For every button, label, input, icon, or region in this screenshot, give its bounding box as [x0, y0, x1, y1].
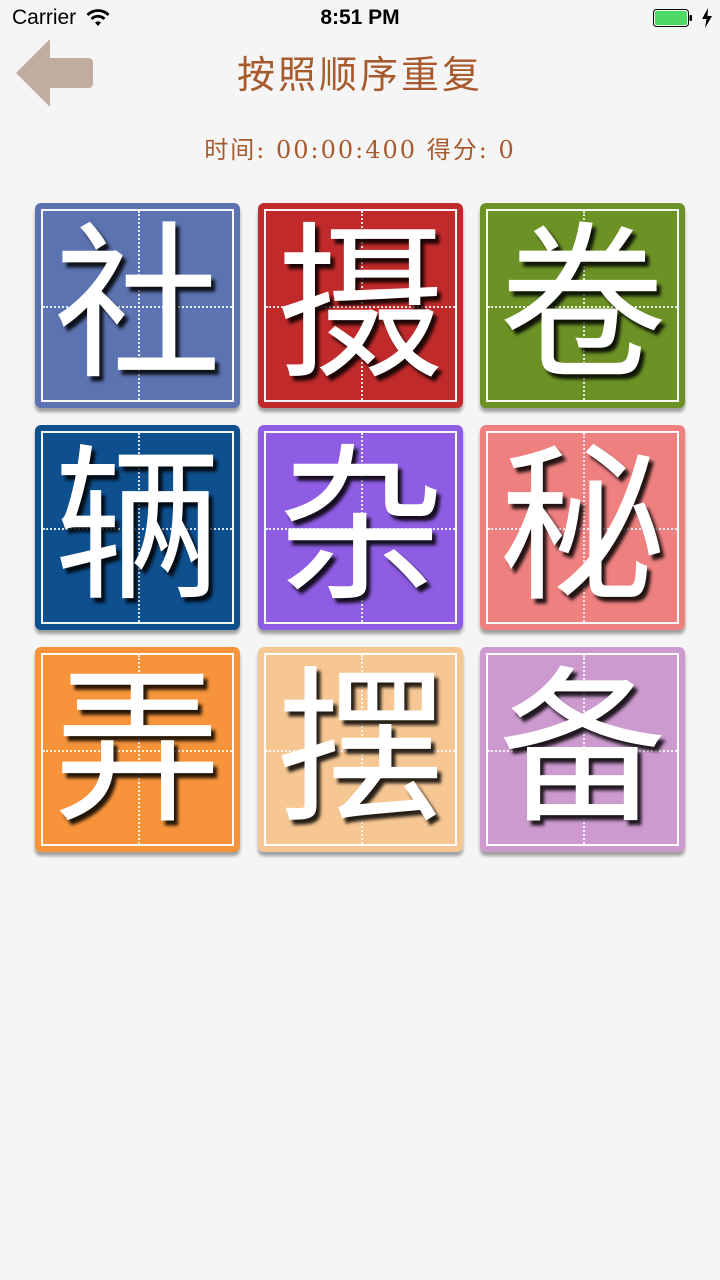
tile-character: 摄	[276, 207, 445, 403]
status-time: 8:51 PM	[320, 6, 400, 29]
character-tile[interactable]: 卷	[480, 203, 685, 408]
character-tile[interactable]: 辆	[35, 425, 240, 630]
page-title: 按照顺序重复	[236, 53, 483, 97]
character-tile[interactable]: 杂	[258, 425, 463, 630]
timer-score-line: 时间: 00:00:400 得分: 0	[0, 130, 720, 165]
character-tile[interactable]: 秘	[480, 425, 685, 630]
tile-character: 杂	[276, 429, 445, 625]
status-bar: Carrier 8:51 PM	[0, 0, 720, 40]
character-tile[interactable]: 社	[35, 203, 240, 408]
character-tile[interactable]: 摄	[258, 203, 463, 408]
timer-value: 00:00:400	[276, 136, 418, 164]
character-tile[interactable]: 摆	[258, 647, 463, 852]
score-value: 0	[498, 136, 516, 164]
score-label: 得分:	[426, 136, 489, 164]
tile-character: 弄	[53, 651, 222, 847]
tile-character: 社	[53, 207, 222, 403]
tile-character: 摆	[276, 651, 445, 847]
battery-icon	[653, 9, 692, 27]
timer-label: 时间:	[204, 136, 267, 164]
charging-bolt-icon	[702, 8, 712, 28]
tile-character: 备	[498, 651, 667, 847]
tile-character: 秘	[498, 429, 667, 625]
character-tile[interactable]: 备	[480, 647, 685, 852]
tile-character: 辆	[53, 429, 222, 625]
tile-character: 卷	[498, 207, 667, 403]
character-tile[interactable]: 弄	[35, 647, 240, 852]
